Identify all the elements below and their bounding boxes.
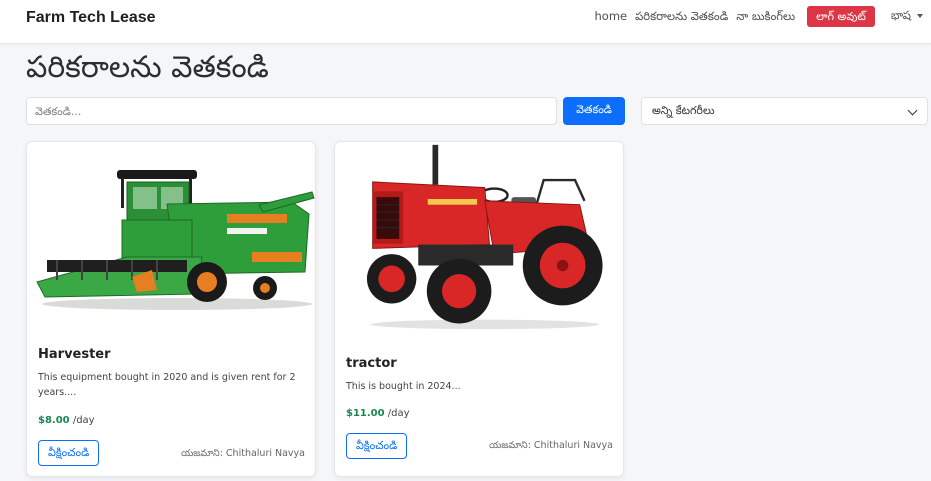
category-selected-value: అన్ని కేటగరీలు: [652, 104, 715, 117]
category-select[interactable]: అన్ని కేటగరీలు: [641, 97, 928, 125]
harvester-image: [36, 170, 315, 310]
card-price: $11.00 /day: [346, 408, 410, 419]
equipment-card: Harvester This equipment bought in 2020 …: [26, 141, 316, 477]
price-amount: $8.00: [38, 415, 70, 426]
price-unit: /day: [387, 408, 410, 419]
caret-down-icon: [917, 14, 923, 18]
card-price: $8.00 /day: [38, 415, 95, 426]
card-description: This equipment bought in 2020 and is giv…: [38, 372, 296, 398]
nav-link-my-bookings[interactable]: నా బుకింగ్‌లు: [736, 5, 795, 27]
nav-link-search-equipment[interactable]: పరికరాలను వెతకండి: [635, 5, 728, 27]
chevron-down-icon: [907, 105, 918, 116]
page-title: పరికరాలను వెతకండి: [26, 50, 269, 85]
card-title[interactable]: Harvester: [38, 347, 111, 362]
view-button[interactable]: వీక్షించండి: [346, 433, 408, 459]
price-amount: $11.00: [346, 408, 385, 419]
brand-logo[interactable]: Farm Tech Lease: [26, 8, 156, 28]
view-button[interactable]: వీక్షించండి: [38, 440, 100, 466]
card-description: This is bought in 2024...: [346, 381, 461, 392]
tractor-image: [366, 144, 603, 330]
owner-label: యజమాని: Chithaluri Navya: [489, 440, 613, 451]
language-dropdown[interactable]: భాష: [891, 8, 923, 25]
nav-link-home[interactable]: home: [595, 5, 628, 27]
language-label: భాష: [890, 7, 911, 22]
equipment-card: tractor This is bought in 2024... $11.00…: [334, 141, 624, 477]
nav-links: home పరికరాలను వెతకండి నా బుకింగ్‌లు లాగ…: [587, 5, 931, 27]
logout-button[interactable]: లాగ్ అవుట్: [807, 5, 875, 27]
owner-label: యజమాని: Chithaluri Navya: [181, 448, 305, 459]
search-input[interactable]: [26, 97, 557, 125]
price-unit: /day: [72, 415, 95, 426]
card-title[interactable]: tractor: [346, 356, 397, 371]
navbar: Farm Tech Lease home పరికరాలను వెతకండి న…: [0, 0, 931, 44]
search-button[interactable]: వెతకండి: [563, 97, 625, 125]
